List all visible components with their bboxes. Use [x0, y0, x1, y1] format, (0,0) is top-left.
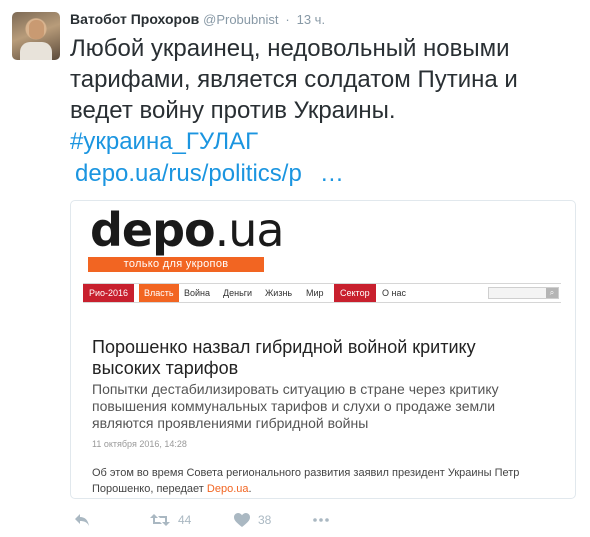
article-lead: Попытки дестабилизировать ситуацию в стр…: [92, 381, 499, 431]
like-button[interactable]: 38: [234, 510, 271, 530]
nav-item-life: Жизнь: [265, 288, 293, 298]
retweet-button[interactable]: 44: [150, 510, 191, 530]
article-body-text: Об этом во время Совета регионального ра…: [92, 467, 520, 495]
reply-icon: [74, 513, 90, 527]
search-icon: ⌕: [546, 288, 558, 298]
url-text[interactable]: depo.ua/rus/politics/p: [75, 160, 302, 187]
tweet-actions: 44 38: [70, 510, 370, 530]
author-handle[interactable]: @Probubnist: [203, 12, 278, 27]
like-count: 38: [258, 513, 272, 527]
logo-tagline: только для укропов: [88, 257, 264, 272]
hashtag-link[interactable]: #украина_ГУЛАГ: [70, 126, 258, 157]
article-headline: Порошенко назвал гибридной войной критик…: [92, 337, 476, 378]
url-link[interactable]: depo.ua/rus/politics/p …: [75, 158, 344, 189]
site-search-box: ⌕: [488, 287, 559, 299]
article-date: 11 октября 2016, 14:28: [92, 439, 187, 449]
article-body-end: .: [248, 483, 252, 495]
more-button[interactable]: [313, 510, 329, 530]
more-icon: [313, 518, 329, 522]
url-ellipsis: …: [319, 160, 344, 187]
avatar-shirt: [20, 42, 52, 60]
link-preview-card[interactable]: depo.ua только для укропов Рио-2016 Влас…: [70, 200, 576, 499]
retweet-icon: [150, 513, 170, 527]
tweet-header: Ватобот Прохоров @Probubnist · 13 ч.: [70, 11, 325, 29]
tweet: Ватобот Прохоров @Probubnist · 13 ч. Люб…: [0, 0, 590, 537]
author-name[interactable]: Ватобот Прохоров: [70, 11, 199, 27]
author-avatar[interactable]: [12, 12, 60, 60]
site-logo: depo.ua: [90, 203, 285, 257]
nav-item-about: О нас: [382, 288, 406, 298]
nav-item-sector: Сектор: [334, 284, 376, 302]
heart-icon: [234, 513, 250, 527]
article-body: Об этом во время Совета регионального ра…: [92, 465, 562, 497]
nav-item-rio: Рио-2016: [83, 284, 135, 302]
tweet-timestamp[interactable]: 13 ч.: [297, 12, 325, 27]
tweet-text: Любой украинец, недовольный новыми тариф…: [70, 35, 518, 124]
nav-item-power: Власть: [139, 284, 179, 302]
logo-word: depo: [90, 203, 216, 257]
nav-item-money: Деньги: [223, 288, 253, 298]
nav-item-war: Война: [184, 288, 211, 298]
retweet-count: 44: [178, 513, 192, 527]
header-separator: ·: [285, 12, 290, 27]
article-source: Depo.ua: [206, 483, 249, 495]
site-navbar: Рио-2016 Власть Война Деньги Жизнь Мир С…: [83, 283, 561, 303]
reply-button[interactable]: [74, 510, 90, 530]
avatar-head: [29, 20, 44, 39]
nav-item-world: Мир: [306, 288, 324, 298]
logo-suffix: .ua: [214, 203, 285, 257]
